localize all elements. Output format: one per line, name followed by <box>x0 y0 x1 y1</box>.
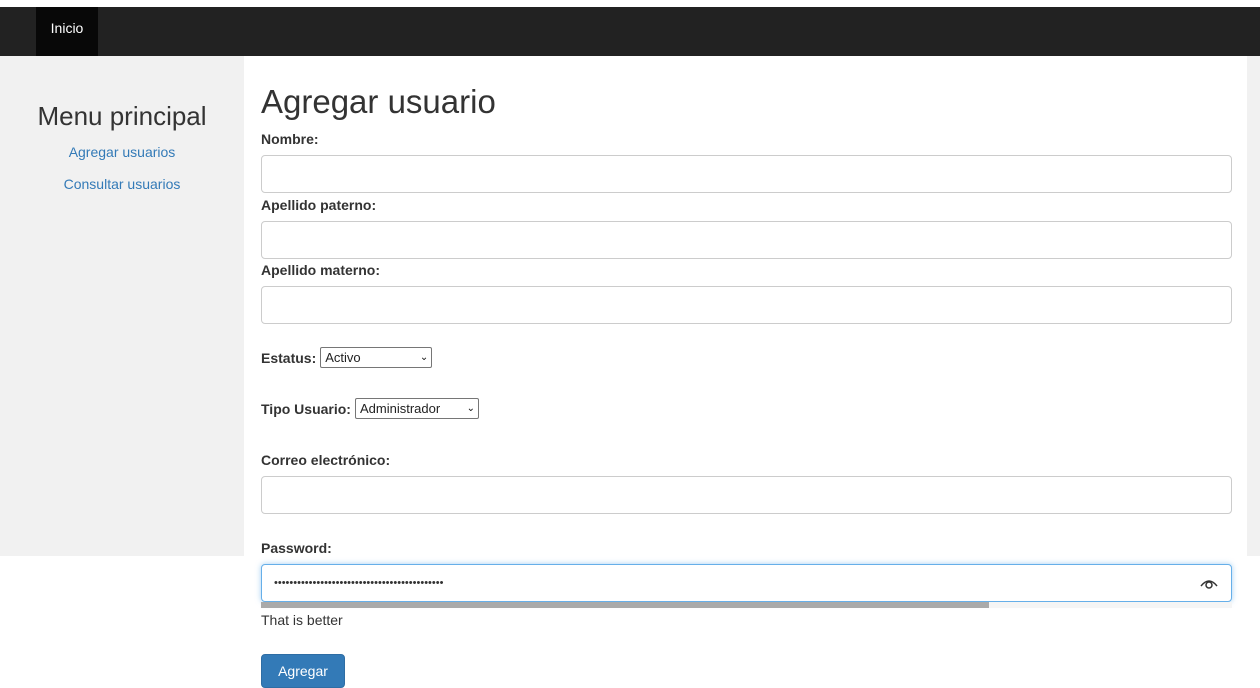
apellido-materno-label: Apellido materno: <box>261 262 381 278</box>
estatus-row: Estatus: Activo ⌄ <box>261 347 433 368</box>
tipo-usuario-select[interactable]: Administrador ⌄ <box>354 398 479 419</box>
chevron-down-icon: ⌄ <box>419 352 429 363</box>
page-title: Agregar usuario <box>261 83 496 120</box>
estatus-label: Estatus: <box>261 349 317 366</box>
nav-home-link[interactable]: Inicio <box>36 7 98 56</box>
tipo-usuario-row: Tipo Usuario: Administrador ⌄ <box>261 398 479 419</box>
sidebar-title: Menu principal <box>37 101 207 131</box>
estatus-select[interactable]: Activo ⌄ <box>320 347 433 368</box>
estatus-selected-value: Activo <box>325 350 361 365</box>
top-navbar: Inicio <box>0 7 1260 56</box>
apellido-paterno-label: Apellido paterno: <box>261 197 377 213</box>
sidebar-link-consultar-usuarios[interactable]: Consultar usuarios <box>0 176 244 192</box>
password-strength-text: That is better <box>261 612 343 628</box>
sidebar-link-agregar-usuarios[interactable]: Agregar usuarios <box>0 144 244 160</box>
password-strength-meter <box>261 602 1232 608</box>
password-label: Password: <box>261 540 332 556</box>
agregar-button[interactable]: Agregar <box>261 654 345 688</box>
password-input[interactable]: ••••••••••••••••••••••••••••••••••••••••… <box>261 564 1232 602</box>
right-gutter <box>1247 56 1260 556</box>
password-strength-fill <box>261 602 990 608</box>
password-masked-value: ••••••••••••••••••••••••••••••••••••••••… <box>274 577 444 589</box>
apellido-paterno-input[interactable] <box>261 221 1232 259</box>
nombre-input[interactable] <box>261 155 1232 193</box>
eye-icon[interactable] <box>1199 576 1219 590</box>
correo-input[interactable] <box>261 476 1232 514</box>
correo-label: Correo electrónico: <box>261 452 391 468</box>
chevron-down-icon: ⌄ <box>466 403 475 414</box>
tipo-usuario-label: Tipo Usuario: <box>261 400 351 417</box>
tipo-usuario-selected-value: Administrador <box>359 401 441 416</box>
sidebar: Menu principal Agregar usuarios Consulta… <box>0 56 244 556</box>
apellido-materno-input[interactable] <box>261 286 1232 324</box>
nombre-label: Nombre: <box>261 131 319 147</box>
